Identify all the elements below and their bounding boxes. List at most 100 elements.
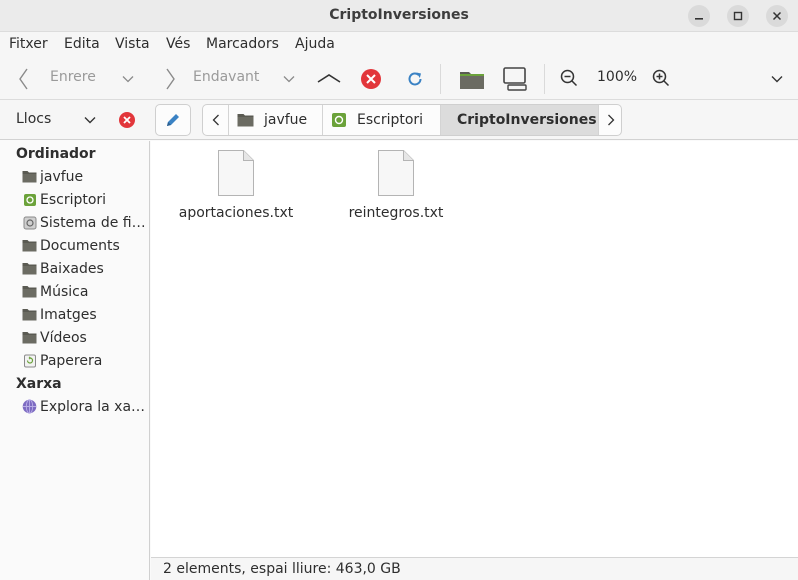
forward-label[interactable]: Endavant [193,69,259,85]
sidebar-item-documents[interactable]: Documents [22,234,148,257]
toolbar-separator [544,64,545,94]
forward-button[interactable] [160,66,180,92]
menu-ajuda[interactable]: Ajuda [295,36,335,52]
folder-icon [22,261,37,276]
home-folder-button[interactable] [458,66,486,92]
sidebar-item-baixades[interactable]: Baixades [22,257,148,280]
file-name: aportaciones.txt [178,205,294,221]
file-item[interactable]: aportaciones.txt [151,149,321,221]
breadcrumb-criptoinversiones[interactable]: CriptoInversiones [441,105,599,135]
breadcrumb-scroll-left[interactable] [203,105,229,135]
sidebar-item-label: Sistema de fi… [40,214,146,231]
desktop-icon [22,192,37,207]
places-selector-label[interactable]: Llocs [16,111,51,127]
sidebar-item-label: javfue [40,168,84,185]
zoom-level: 100% [597,69,638,85]
pencil-icon [167,114,179,126]
breadcrumb-escriptori[interactable]: Escriptori [323,105,441,135]
sidebar: Ordinador javfue Escriptori Sistema de f… [0,141,150,580]
sidebar-item-label: Baixades [40,260,104,277]
computer-button[interactable] [501,65,529,93]
drive-icon [22,215,37,230]
minimize-icon [695,18,703,20]
reload-button[interactable] [404,68,426,90]
sidebar-item-javfue[interactable]: javfue [22,165,148,188]
chevron-left-icon [212,114,219,126]
menu-vista[interactable]: Vista [115,36,150,52]
maximize-button[interactable] [727,5,749,27]
sidebar-item-explore-network[interactable]: Explora la xa… [22,395,148,418]
stop-button[interactable] [359,67,383,91]
breadcrumb-scroll-right[interactable] [599,105,621,135]
location-bar: Llocs javfue Escriptori CriptoInversione… [0,100,798,140]
chevron-left-icon [19,68,28,90]
sidebar-item-videos[interactable]: Vídeos [22,326,148,349]
sidebar-item-label: Vídeos [40,329,87,346]
status-text: 2 elements, espai lliure: 463,0 GB [163,561,401,577]
back-button[interactable] [14,66,34,92]
folder-icon [22,284,37,299]
close-icon [119,112,135,128]
toolbar: Enrere Endavant 100% [0,58,798,100]
close-window-button[interactable] [766,5,788,27]
sidebar-item-musica[interactable]: Música [22,280,148,303]
breadcrumb-label: Escriptori [357,112,424,128]
home-folder-icon [460,72,484,89]
sidebar-item-escriptori[interactable]: Escriptori [22,188,148,211]
sidebar-item-filesystem[interactable]: Sistema de fi… [22,211,148,234]
file-view[interactable]: aportaciones.txt reintegros.txt [151,141,798,557]
file-manager-window: CriptoInversiones Fitxer Edita Vista Vés… [0,0,798,580]
back-history-button[interactable] [120,71,136,87]
forward-history-button[interactable] [281,71,297,87]
toolbar-overflow-button[interactable] [768,71,786,87]
zoom-out-button[interactable] [559,68,579,88]
network-icon [22,399,37,414]
chevron-right-icon [166,68,175,90]
text-file-icon [378,150,414,196]
desktop-icon [332,113,346,127]
breadcrumb-javfue[interactable]: javfue [229,105,323,135]
status-bar: 2 elements, espai lliure: 463,0 GB [151,557,798,580]
up-button[interactable] [314,68,344,88]
breadcrumb-label: CriptoInversiones [457,112,597,128]
text-file-icon [218,150,254,196]
zoom-in-icon [652,69,670,87]
folder-icon [22,169,37,184]
breadcrumb-label: javfue [264,112,308,128]
places-dropdown-button[interactable] [82,112,98,128]
trash-icon [22,353,37,368]
sidebar-item-imatges[interactable]: Imatges [22,303,148,326]
file-name: reintegros.txt [348,205,444,221]
menu-edita[interactable]: Edita [64,36,100,52]
file-item[interactable]: reintegros.txt [311,149,481,221]
zoom-in-button[interactable] [651,68,671,88]
sidebar-item-paperera[interactable]: Paperera [22,349,148,372]
breadcrumb: javfue Escriptori CriptoInversiones [202,104,622,136]
folder-icon [237,114,254,127]
sidebar-item-label: Escriptori [40,191,107,208]
close-sidebar-button[interactable] [117,110,137,130]
sidebar-section-ordinador: Ordinador [16,146,96,162]
back-label[interactable]: Enrere [50,69,96,85]
sidebar-item-label: Paperera [40,352,103,369]
edit-location-button[interactable] [155,104,191,136]
menu-ves[interactable]: Vés [166,36,190,52]
chevron-up-icon [317,74,341,83]
stop-icon [361,69,381,89]
sidebar-item-label: Documents [40,237,120,254]
reload-icon [408,72,422,86]
toolbar-separator [440,64,441,94]
sidebar-item-label: Música [40,283,89,300]
sidebar-section-xarxa: Xarxa [16,376,62,392]
chevron-down-icon [771,76,783,83]
menu-bar: Fitxer Edita Vista Vés Marcadors Ajuda [0,32,798,58]
window-title: CriptoInversiones [329,7,469,23]
menu-marcadors[interactable]: Marcadors [206,36,279,52]
sidebar-item-label: Imatges [40,306,97,323]
chevron-down-icon [84,117,96,124]
folder-icon [22,330,37,345]
menu-fitxer[interactable]: Fitxer [9,36,48,52]
minimize-button[interactable] [688,5,710,27]
close-icon [772,11,782,21]
folder-icon [22,238,37,253]
